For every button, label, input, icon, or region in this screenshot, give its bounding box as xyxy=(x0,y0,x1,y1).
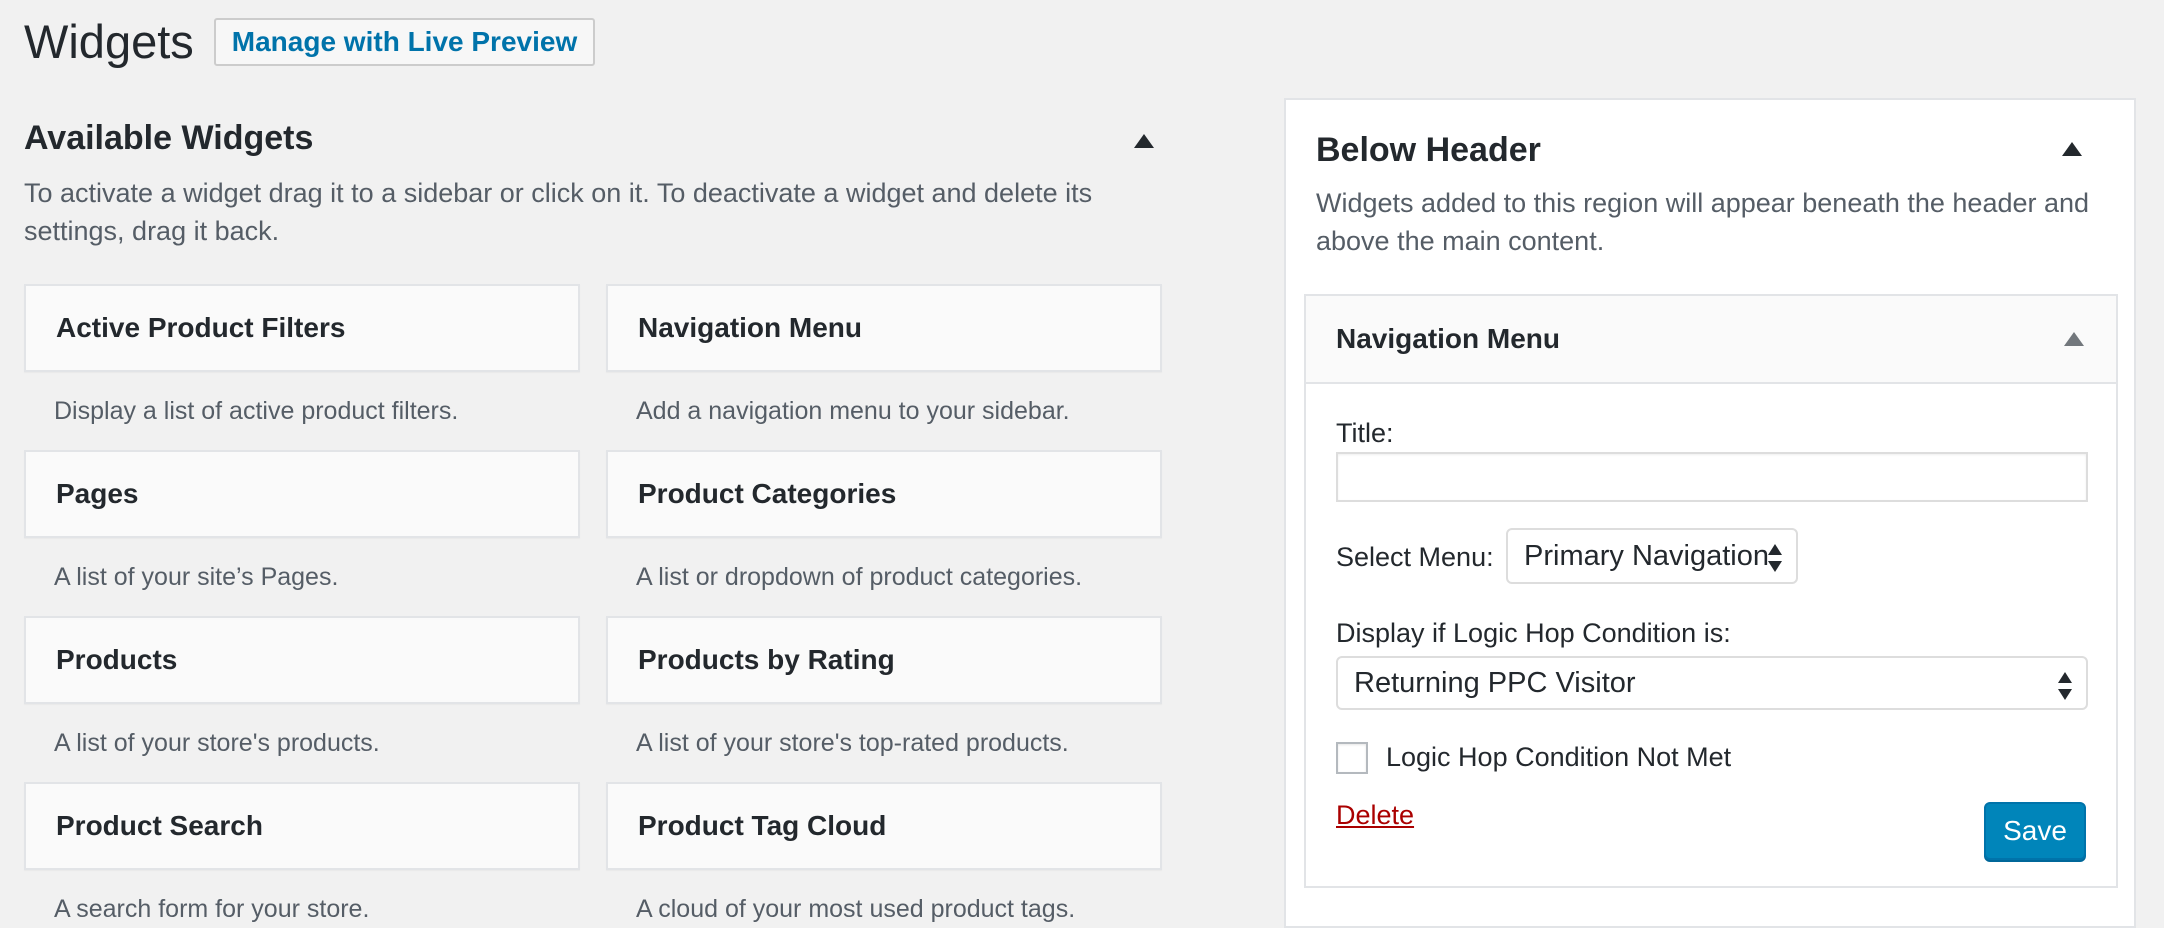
widget-description: A list of your store's products. xyxy=(54,729,380,757)
widget-title: Navigation Menu xyxy=(638,312,863,343)
widget-form-header[interactable]: Navigation Menu xyxy=(1306,296,2116,384)
select-menu-label: Select Menu: xyxy=(1336,542,1494,572)
collapse-arrow-icon[interactable] xyxy=(1134,134,1154,148)
select-arrows-icon xyxy=(1768,544,1782,572)
select-arrows-icon xyxy=(2058,672,2072,700)
widget-description: Add a navigation menu to your sidebar. xyxy=(636,397,1070,425)
widget-title: Product Search xyxy=(56,810,263,841)
widget-description: A list of your site’s Pages. xyxy=(54,563,339,591)
widget-products-by-rating[interactable]: Products by Rating xyxy=(606,616,1162,704)
condition-dropdown[interactable]: Returning PPC Visitor xyxy=(1336,656,2088,710)
widget-title: Pages xyxy=(56,478,139,509)
widget-title: Active Product Filters xyxy=(56,312,346,343)
widget-products[interactable]: Products xyxy=(24,616,580,704)
widget-navigation-menu[interactable]: Navigation Menu xyxy=(606,284,1162,372)
widget-description: A list or dropdown of product categories… xyxy=(636,563,1083,591)
navigation-menu-widget-form: Navigation Menu Title: Select Menu: Prim… xyxy=(1304,294,2118,888)
widget-title: Product Categories xyxy=(638,478,897,509)
available-widgets-section: Available Widgets To activate a widget d… xyxy=(24,116,1164,923)
widget-description: A list of your store's top-rated product… xyxy=(636,729,1069,757)
condition-value: Returning PPC Visitor xyxy=(1354,666,1636,699)
available-widgets-description: To activate a widget drag it to a sideba… xyxy=(24,178,1093,246)
condition-not-met-checkbox[interactable] xyxy=(1336,742,1368,774)
condition-label: Display if Logic Hop Condition is: xyxy=(1336,618,1731,648)
select-menu-dropdown[interactable]: Primary Navigation xyxy=(1506,528,1798,584)
widget-title: Products xyxy=(56,644,178,675)
title-label: Title: xyxy=(1336,418,1394,448)
widget-form-title: Navigation Menu xyxy=(1336,323,1561,354)
widget-active-product-filters[interactable]: Active Product Filters xyxy=(24,284,580,372)
sidebar-below-header: Below Header Widgets added to this regio… xyxy=(1284,98,2136,928)
condition-not-met-label[interactable]: Logic Hop Condition Not Met xyxy=(1386,740,1731,774)
sidebar-description: Widgets added to this region will appear… xyxy=(1316,188,2090,256)
save-button[interactable]: Save xyxy=(1984,802,2086,860)
widget-description: Display a list of active product filters… xyxy=(54,397,459,425)
widget-pages[interactable]: Pages xyxy=(24,450,580,538)
widget-description: A search form for your store. xyxy=(54,895,370,923)
delete-link[interactable]: Delete xyxy=(1336,798,1414,832)
widget-product-categories[interactable]: Product Categories xyxy=(606,450,1162,538)
widget-description: A cloud of your most used product tags. xyxy=(636,895,1076,923)
title-input[interactable] xyxy=(1336,452,2088,502)
page-title: Widgets xyxy=(24,15,194,68)
manage-live-preview-button[interactable]: Manage with Live Preview xyxy=(213,18,596,66)
sidebar-title: Below Header xyxy=(1316,131,1541,169)
available-widgets-title: Available Widgets xyxy=(24,119,314,157)
widget-title: Products by Rating xyxy=(638,644,895,675)
widget-product-search[interactable]: Product Search xyxy=(24,782,580,870)
select-menu-value: Primary Navigation xyxy=(1524,539,1769,572)
widget-product-tag-cloud[interactable]: Product Tag Cloud xyxy=(606,782,1162,870)
widget-title: Product Tag Cloud xyxy=(638,810,887,841)
collapse-arrow-icon[interactable] xyxy=(2064,332,2084,346)
page-header: Widgets Manage with Live Preview xyxy=(24,14,596,70)
collapse-arrow-icon[interactable] xyxy=(2062,142,2082,156)
